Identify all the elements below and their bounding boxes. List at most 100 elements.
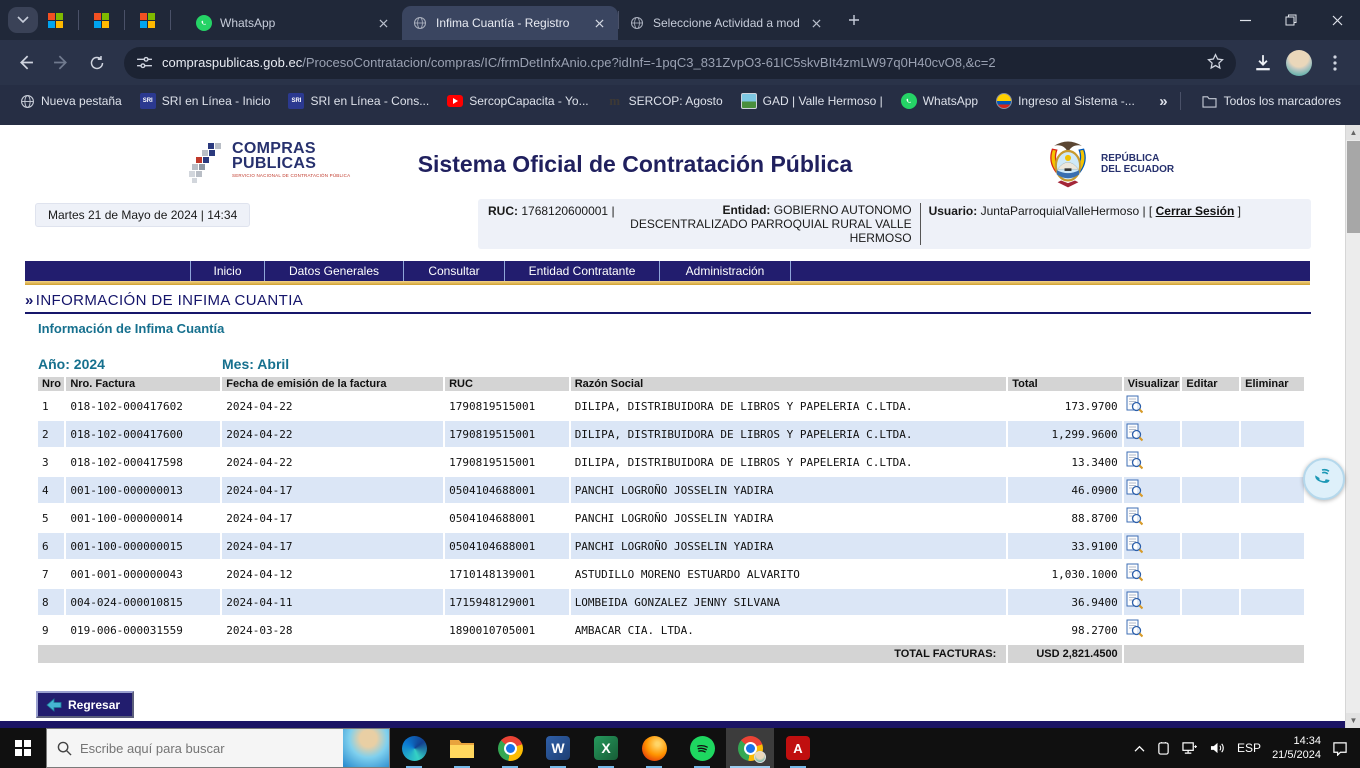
menu-item-datos-generales[interactable]: Datos Generales: [264, 261, 403, 281]
republic-line1: REPÚBLICA: [1101, 153, 1174, 164]
cell-fecha: 2024-04-17: [222, 477, 443, 503]
search-input[interactable]: [80, 741, 310, 756]
table-row: 6 001-100-000000015 2024-04-17 050410468…: [38, 533, 1304, 559]
forward-icon[interactable]: [46, 48, 76, 78]
site-settings-icon[interactable]: [136, 54, 153, 71]
browser-menu-icon[interactable]: [1320, 48, 1350, 78]
bookmark-whatsapp[interactable]: WhatsApp: [892, 90, 987, 112]
pinned-tab-microsoft-icon[interactable]: [140, 13, 155, 28]
menu-item-inicio[interactable]: Inicio: [190, 261, 264, 281]
file-explorer-icon: [449, 737, 475, 759]
minimize-button[interactable]: [1222, 0, 1268, 40]
cell-razon: LOMBEIDA GONZALEZ JENNY SILVANA: [571, 589, 1007, 615]
view-document-icon[interactable]: [1126, 535, 1143, 554]
bookmarks-overflow-icon[interactable]: »: [1159, 93, 1167, 110]
col-visualizar: Visualizar: [1124, 377, 1181, 391]
tab-whatsapp[interactable]: WhatsApp: [186, 6, 402, 40]
tab-infima-cuantia[interactable]: Infima Cuantía - Registro: [402, 6, 618, 40]
taskbar-word[interactable]: W: [534, 728, 582, 768]
view-document-icon[interactable]: [1126, 619, 1143, 638]
network-icon[interactable]: [1181, 741, 1198, 755]
download-icon[interactable]: [1248, 48, 1278, 78]
ecuador-coat-of-arms-icon: [1042, 137, 1094, 191]
tab-close-icon[interactable]: [374, 14, 392, 32]
bookmark-sri-consultas[interactable]: SRI SRI en Línea - Cons...: [279, 90, 438, 112]
bookmark-sercop-agosto[interactable]: m SERCOP: Agosto: [598, 90, 732, 112]
menu-item-entidad-contratante[interactable]: Entidad Contratante: [504, 261, 659, 281]
cell-nro: 1: [38, 393, 64, 419]
view-document-icon[interactable]: [1126, 395, 1143, 414]
republic-line2: DEL ECUADOR: [1101, 164, 1174, 175]
taskbar-firefox[interactable]: [630, 728, 678, 768]
menu-item-administracion[interactable]: Administración: [659, 261, 790, 281]
taskbar-search[interactable]: [46, 728, 390, 768]
taskbar-excel[interactable]: X: [582, 728, 630, 768]
restore-button[interactable]: [1268, 0, 1314, 40]
logout-link[interactable]: Cerrar Sesión: [1156, 204, 1235, 218]
floating-contact-widget[interactable]: [1303, 458, 1345, 500]
bookmark-star-icon[interactable]: [1197, 53, 1224, 73]
view-document-icon[interactable]: [1126, 591, 1143, 610]
view-document-icon[interactable]: [1126, 507, 1143, 526]
reload-icon[interactable]: [82, 48, 112, 78]
total-value: USD 2,821.4500: [1008, 645, 1121, 663]
language-indicator[interactable]: ESP: [1237, 741, 1261, 755]
view-document-icon[interactable]: [1126, 479, 1143, 498]
scrollbar[interactable]: ▲ ▼: [1345, 125, 1360, 728]
scrollbar-thumb[interactable]: [1347, 141, 1360, 233]
tab-close-icon[interactable]: [807, 14, 825, 32]
entity-value: GOBIERNO AUTONOMO DESCENTRALIZADO PARROQ…: [630, 203, 911, 245]
new-tab-button[interactable]: [845, 11, 863, 29]
pinned-tab-microsoft-icon[interactable]: [48, 13, 63, 28]
taskbar-chrome[interactable]: [486, 728, 534, 768]
taskbar-acrobat[interactable]: A: [774, 728, 822, 768]
all-bookmarks-button[interactable]: Todos los marcadores: [1193, 90, 1350, 112]
whatsapp-icon: [901, 93, 917, 109]
view-document-icon[interactable]: [1126, 451, 1143, 470]
col-fecha: Fecha de emisión de la factura: [222, 377, 443, 391]
tab-separator: [78, 10, 79, 30]
bookmark-gad-valle-hermoso[interactable]: GAD | Valle Hermoso |: [732, 90, 892, 112]
hidden-icons-chevron[interactable]: [1133, 744, 1146, 753]
cell-visualizar: [1124, 449, 1181, 475]
bookmark-nueva-pestana[interactable]: Nueva pestaña: [10, 90, 131, 112]
entity-label: Entidad:: [722, 203, 770, 217]
tray-device-icon[interactable]: [1157, 741, 1170, 756]
view-document-icon[interactable]: [1126, 563, 1143, 582]
table-row: 2 018-102-000417600 2024-04-22 179081951…: [38, 421, 1304, 447]
year-filter: Año: 2024: [38, 356, 222, 372]
pinned-tab-microsoft-icon[interactable]: [94, 13, 109, 28]
table-row: 8 004-024-000010815 2024-04-11 171594812…: [38, 589, 1304, 615]
tab-search-button[interactable]: [8, 7, 38, 33]
close-window-button[interactable]: [1314, 0, 1360, 40]
regresar-button[interactable]: Regresar: [36, 691, 134, 718]
taskbar-chrome-active[interactable]: [726, 728, 774, 768]
ruc-value: 1768120600001: [521, 204, 608, 218]
taskbar-clock[interactable]: 14:34 21/5/2024: [1272, 734, 1321, 762]
taskbar-edge[interactable]: [390, 728, 438, 768]
tab-separator: [170, 10, 171, 30]
spotify-icon: [690, 736, 715, 761]
notification-center-icon[interactable]: [1332, 741, 1348, 756]
scroll-up-icon[interactable]: ▲: [1346, 125, 1360, 140]
scroll-down-icon[interactable]: ▼: [1346, 713, 1360, 728]
view-document-icon[interactable]: [1126, 423, 1143, 442]
bookmark-sercopcapacita[interactable]: SercopCapacita - Yo...: [438, 91, 597, 111]
cell-ruc: 0504104688001: [445, 505, 569, 531]
cell-visualizar: [1124, 589, 1181, 615]
profile-avatar[interactable]: [1284, 48, 1314, 78]
bookmark-ingreso-sistema[interactable]: Ingreso al Sistema -...: [987, 90, 1144, 112]
back-icon[interactable]: [10, 48, 40, 78]
tab-close-icon[interactable]: [590, 14, 608, 32]
start-button[interactable]: [0, 728, 46, 768]
menu-item-consultar[interactable]: Consultar: [403, 261, 504, 281]
url-bar[interactable]: compraspublicas.gob.ec/ProcesoContrataci…: [124, 47, 1236, 79]
volume-icon[interactable]: [1209, 741, 1226, 755]
cell-factura: 018-102-000417600: [66, 421, 220, 447]
tab-seleccione-actividad[interactable]: Seleccione Actividad a modificar: [619, 6, 835, 40]
cell-nro: 6: [38, 533, 64, 559]
taskbar-explorer[interactable]: [438, 728, 486, 768]
taskbar-spotify[interactable]: [678, 728, 726, 768]
cell-nro: 5: [38, 505, 64, 531]
bookmark-sri-inicio[interactable]: SRI SRI en Línea - Inicio: [131, 90, 280, 112]
